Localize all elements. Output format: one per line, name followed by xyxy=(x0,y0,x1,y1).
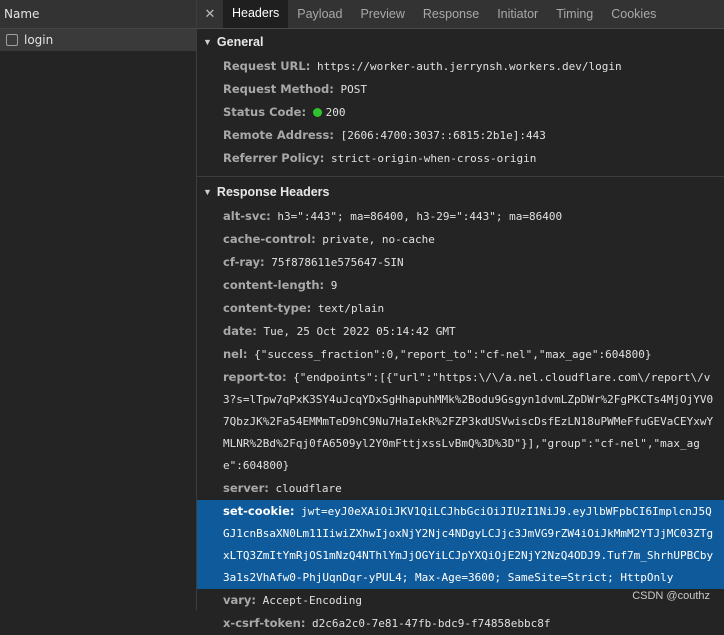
status-ok-icon xyxy=(312,108,322,117)
header-key: Status Code: xyxy=(223,105,307,119)
tab-initiator[interactable]: Initiator xyxy=(488,0,547,28)
header-row[interactable]: cf-ray: 75f878611e575647-SIN xyxy=(197,251,724,274)
watermark-text: CSDN @couthz xyxy=(632,590,710,602)
header-row[interactable]: Status Code: 200 xyxy=(197,101,724,124)
tab-headers[interactable]: Headers xyxy=(223,0,289,28)
header-row[interactable]: content-type: text/plain xyxy=(197,297,724,320)
header-key: set-cookie: xyxy=(223,504,295,518)
header-key: Request Method: xyxy=(223,82,334,96)
header-value: strict-origin-when-cross-origin xyxy=(331,152,537,165)
request-row-login[interactable]: login xyxy=(0,29,196,51)
tab-timing[interactable]: Timing xyxy=(547,0,602,28)
header-key: server: xyxy=(223,481,269,495)
header-value: text/plain xyxy=(317,302,385,315)
header-row[interactable]: alt-svc: h3=":443"; ma=86400, h3-29=":44… xyxy=(197,205,724,228)
header-row[interactable]: Remote Address: [2606:4700:3037::6815:2b… xyxy=(197,124,724,147)
header-key: alt-svc: xyxy=(223,209,271,223)
header-value: https://worker-auth.jerrynsh.workers.dev… xyxy=(316,60,622,73)
header-value: POST xyxy=(340,83,368,96)
tab-response[interactable]: Response xyxy=(414,0,488,28)
header-row[interactable]: x-csrf-token: d2c6a2c0-7e81-47fb-bdc9-f7… xyxy=(197,612,724,635)
general-section-header[interactable]: ▼ General xyxy=(197,29,724,55)
response-headers-section: ▼ Response Headers alt-svc: h3=":443"; m… xyxy=(197,179,724,635)
header-value: 75f878611e575647-SIN xyxy=(271,256,404,269)
header-key: content-type: xyxy=(223,301,312,315)
triangle-down-icon: ▼ xyxy=(203,187,212,197)
header-row[interactable]: report-to: {"endpoints":[{"url":"https:\… xyxy=(197,366,724,477)
checkbox-icon[interactable] xyxy=(6,34,18,46)
tab-preview[interactable]: Preview xyxy=(351,0,413,28)
request-details-panel: ✕ Headers Payload Preview Response Initi… xyxy=(197,0,724,630)
header-value: h3=":443"; ma=86400, h3-29=":443"; ma=86… xyxy=(277,210,563,223)
tab-cookies[interactable]: Cookies xyxy=(602,0,665,28)
header-key: content-length: xyxy=(223,278,325,292)
header-row[interactable]: Request URL: https://worker-auth.jerryns… xyxy=(197,55,724,78)
header-key: Request URL: xyxy=(223,59,311,73)
header-value: {"endpoints":[{"url":"https:\/\/a.nel.cl… xyxy=(223,371,714,472)
general-section: ▼ General Request URL: https://worker-au… xyxy=(197,29,724,177)
header-row[interactable]: cache-control: private, no-cache xyxy=(197,228,724,251)
header-value: Tue, 25 Oct 2022 05:14:42 GMT xyxy=(263,325,456,338)
header-key: nel: xyxy=(223,347,248,361)
response-headers-title: Response Headers xyxy=(216,185,330,199)
header-key: vary: xyxy=(223,593,257,607)
header-value: 200 xyxy=(325,106,346,119)
header-key: Referrer Policy: xyxy=(223,151,325,165)
header-value: [2606:4700:3037::6815:2b1e]:443 xyxy=(340,129,546,142)
header-value: Accept-Encoding xyxy=(262,594,362,607)
header-row[interactable]: nel: {"success_fraction":0,"report_to":"… xyxy=(197,343,724,366)
header-row[interactable]: set-cookie: jwt=eyJ0eXAiOiJKV1QiLCJhbGci… xyxy=(197,500,724,589)
header-key: date: xyxy=(223,324,257,338)
header-row[interactable]: date: Tue, 25 Oct 2022 05:14:42 GMT xyxy=(197,320,724,343)
header-key: Remote Address: xyxy=(223,128,334,142)
response-headers-section-header[interactable]: ▼ Response Headers xyxy=(197,179,724,205)
header-row[interactable]: content-length: 9 xyxy=(197,274,724,297)
header-value: d2c6a2c0-7e81-47fb-bdc9-f74858ebbc8f xyxy=(312,617,551,630)
request-name: login xyxy=(24,33,54,47)
header-key: cache-control: xyxy=(223,232,316,246)
header-value: cloudflare xyxy=(275,482,342,495)
header-value: {"success_fraction":0,"report_to":"cf-ne… xyxy=(254,348,652,361)
name-column-header[interactable]: Name xyxy=(0,0,196,29)
header-key: x-csrf-token: xyxy=(223,616,306,630)
header-row[interactable]: server: cloudflare xyxy=(197,477,724,500)
triangle-down-icon: ▼ xyxy=(203,37,212,47)
header-value: 9 xyxy=(330,279,338,292)
header-key: cf-ray: xyxy=(223,255,265,269)
header-row[interactable]: Referrer Policy: strict-origin-when-cros… xyxy=(197,147,724,170)
tab-payload[interactable]: Payload xyxy=(288,0,351,28)
header-row[interactable]: Request Method: POST xyxy=(197,78,724,101)
header-value: jwt=eyJ0eXAiOiJKV1QiLCJhbGciOiJIUzI1NiJ9… xyxy=(223,505,714,584)
general-title: General xyxy=(216,35,264,49)
header-key: report-to: xyxy=(223,370,287,384)
details-tab-bar: ✕ Headers Payload Preview Response Initi… xyxy=(197,0,724,29)
close-icon[interactable]: ✕ xyxy=(197,0,223,28)
request-list-panel: Name login xyxy=(0,0,197,610)
header-value: private, no-cache xyxy=(322,233,435,246)
